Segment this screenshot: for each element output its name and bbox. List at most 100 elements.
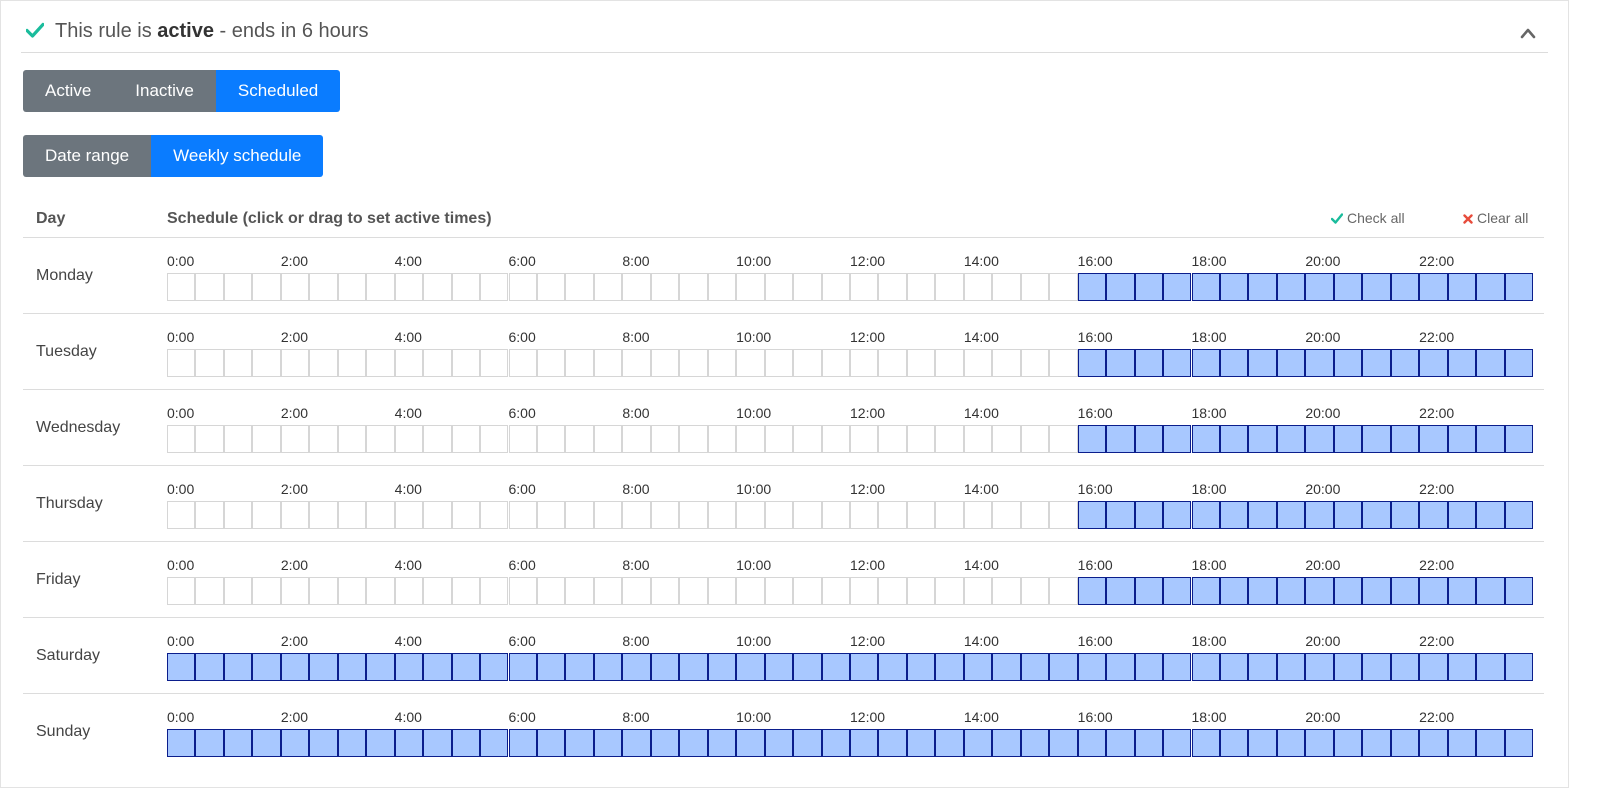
time-slot[interactable] [793, 349, 822, 377]
time-slot[interactable] [821, 273, 850, 301]
time-slot[interactable] [821, 729, 850, 757]
time-slot[interactable] [1504, 349, 1533, 377]
time-slot[interactable] [309, 729, 338, 757]
time-slot[interactable] [1362, 653, 1391, 681]
time-slot[interactable] [1476, 501, 1505, 529]
time-slot[interactable] [622, 729, 651, 757]
time-slot[interactable] [1219, 729, 1249, 757]
time-slot[interactable] [1362, 577, 1391, 605]
time-slot[interactable] [878, 273, 907, 301]
time-slot[interactable] [793, 729, 822, 757]
time-slot[interactable] [850, 425, 879, 453]
time-slot[interactable] [850, 653, 879, 681]
time-slot[interactable] [1362, 273, 1391, 301]
time-slot[interactable] [565, 273, 594, 301]
time-slot[interactable] [1504, 425, 1533, 453]
time-slot[interactable] [1419, 501, 1448, 529]
time-slot[interactable] [878, 653, 907, 681]
time-slot[interactable] [1476, 577, 1505, 605]
time-slot[interactable] [1390, 729, 1420, 757]
time-slot[interactable] [707, 577, 737, 605]
time-slot[interactable] [992, 501, 1021, 529]
time-slot[interactable] [764, 729, 794, 757]
time-slot[interactable] [167, 653, 196, 681]
time-slot[interactable] [223, 273, 253, 301]
time-slot[interactable] [223, 349, 253, 377]
time-slot[interactable] [793, 653, 822, 681]
time-slot[interactable] [1476, 425, 1505, 453]
time-slot[interactable] [1390, 577, 1420, 605]
time-slot[interactable] [223, 425, 253, 453]
time-slot[interactable] [593, 653, 623, 681]
time-slot[interactable] [565, 425, 594, 453]
time-slot[interactable] [337, 273, 367, 301]
time-slot[interactable] [850, 349, 879, 377]
time-slot[interactable] [906, 577, 936, 605]
time-slot[interactable] [1390, 425, 1420, 453]
time-slot[interactable] [252, 425, 281, 453]
time-slot[interactable] [1419, 273, 1448, 301]
time-slot[interactable] [1248, 577, 1277, 605]
time-slot[interactable] [252, 501, 281, 529]
time-slot[interactable] [1390, 653, 1420, 681]
time-slot[interactable] [508, 425, 537, 453]
time-slot[interactable] [650, 425, 680, 453]
time-slot[interactable] [1219, 577, 1249, 605]
time-slot[interactable] [935, 653, 964, 681]
time-slot[interactable] [1333, 577, 1363, 605]
time-slot[interactable] [935, 425, 964, 453]
time-slot[interactable] [1476, 653, 1505, 681]
time-slot[interactable] [480, 273, 509, 301]
time-slot[interactable] [679, 729, 708, 757]
time-slot[interactable] [337, 425, 367, 453]
time-slot[interactable] [650, 349, 680, 377]
time-slot[interactable] [793, 501, 822, 529]
mode-active-button[interactable]: Active [23, 70, 114, 112]
time-slot[interactable] [679, 425, 708, 453]
time-slot[interactable] [223, 729, 253, 757]
time-slot[interactable] [480, 577, 509, 605]
time-slot[interactable] [252, 729, 281, 757]
time-slot[interactable] [223, 501, 253, 529]
time-slot[interactable] [906, 349, 936, 377]
time-slot[interactable] [1191, 349, 1220, 377]
time-slot[interactable] [565, 501, 594, 529]
time-slot[interactable] [1134, 349, 1164, 377]
time-slot[interactable] [1504, 729, 1533, 757]
time-slot[interactable] [536, 425, 566, 453]
time-slot[interactable] [935, 273, 964, 301]
time-slot[interactable] [593, 273, 623, 301]
time-slot[interactable] [1504, 577, 1533, 605]
time-slot[interactable] [195, 425, 224, 453]
time-slot[interactable] [1248, 501, 1277, 529]
time-slot[interactable] [650, 729, 680, 757]
time-slot[interactable] [309, 425, 338, 453]
chevron-up-icon[interactable] [1520, 27, 1536, 39]
time-slot[interactable] [1077, 501, 1107, 529]
time-slot[interactable] [1276, 425, 1306, 453]
time-slot[interactable] [736, 501, 765, 529]
time-slot[interactable] [1276, 349, 1306, 377]
rule-status-header[interactable]: This rule is active - ends in 6 hours [21, 9, 1548, 53]
time-slot[interactable] [451, 577, 481, 605]
time-slot[interactable] [394, 425, 424, 453]
time-slot[interactable] [1106, 501, 1135, 529]
time-slot[interactable] [935, 501, 964, 529]
time-slot[interactable] [593, 501, 623, 529]
time-slot[interactable] [423, 273, 452, 301]
time-slot[interactable] [1020, 425, 1050, 453]
time-slot[interactable] [622, 577, 651, 605]
time-slot[interactable] [1447, 729, 1477, 757]
time-slot[interactable] [1276, 501, 1306, 529]
time-slot[interactable] [536, 577, 566, 605]
time-slot[interactable] [536, 729, 566, 757]
time-slot[interactable] [1248, 653, 1277, 681]
time-slot[interactable] [1305, 425, 1334, 453]
time-slot[interactable] [394, 653, 424, 681]
time-slot[interactable] [1305, 349, 1334, 377]
time-slot[interactable] [195, 577, 224, 605]
time-slot[interactable] [963, 729, 993, 757]
time-slot[interactable] [1219, 425, 1249, 453]
time-slot[interactable] [451, 653, 481, 681]
time-slot[interactable] [1419, 729, 1448, 757]
